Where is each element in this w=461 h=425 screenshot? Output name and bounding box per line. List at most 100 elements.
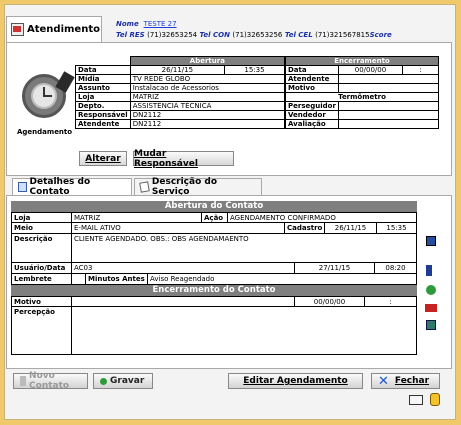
teal-status-icon[interactable] (426, 320, 436, 330)
novo-icon (20, 376, 27, 386)
acao-label: Ação (202, 213, 228, 222)
bookmark-icon[interactable] (426, 265, 432, 276)
tab-atendimento[interactable]: Atendimento (6, 16, 102, 42)
nome-label: Nome (116, 20, 139, 28)
gravar-icon (100, 377, 107, 385)
motivo-value[interactable] (72, 297, 295, 306)
abertura-table: Abertura Data 26/11/15 15:35 Mídia TV REDE … (75, 56, 286, 129)
hora-value: 15:35 (224, 65, 285, 75)
tab-descricao-label: Descrição do Serviço (151, 177, 218, 197)
fechar-button[interactable]: ✕ Fechar (371, 373, 440, 389)
meio-value: E-MAIL ATIVO (72, 223, 285, 233)
editar-agendamento-button[interactable]: Editar Agendamento (228, 373, 363, 389)
close-icon: ✕ (378, 373, 389, 389)
encerramento-contato-header: Encerramento do Contato (11, 285, 417, 296)
enc-atendente-label: Atendente (285, 74, 339, 84)
header-line-2: Tel RES (71)32653254 Tel CON (71)3265325… (116, 31, 392, 39)
clock-icon (22, 71, 75, 118)
novo-contato-label: Novo Contato (29, 371, 70, 391)
tel-res-label: Tel RES (116, 31, 145, 39)
vendedor-label: Vendedor (285, 110, 339, 120)
usuario-value: AC03 (72, 263, 295, 273)
tel-con-value: (71)32653256 (232, 31, 283, 39)
responsavel-label: Responsável (75, 110, 131, 120)
row-loja: Loja MATRIZ Ação AGENDAMENTO CONFIRMADO (11, 212, 417, 223)
tab-descricao-servico[interactable]: Descrição do Serviço (134, 177, 262, 197)
enc-motivo-label: Motivo (285, 83, 339, 93)
agendamento-label: Agendamento (17, 128, 73, 136)
avaliacao-label: Avaliação (285, 119, 339, 129)
tel-cel-value: (71)321567815 (315, 31, 370, 39)
abertura-header: Abertura (129, 56, 286, 66)
midia-value: TV REDE GLOBO (129, 74, 286, 84)
atendente-label: Atendente (75, 119, 131, 129)
row-descricao: Descrição CLIENTE AGENDADO. OBS.: OBS AG… (11, 234, 417, 263)
percepcao-value[interactable] (72, 307, 416, 354)
green-status-icon[interactable] (426, 285, 436, 295)
abertura-contato-header: Abertura do Contato (11, 201, 417, 212)
encerramento-table: Encerramento Data 00/00/00: Atendente Mot… (285, 56, 440, 129)
termometro-header: Termômetro (285, 92, 439, 102)
contato-loja-value: MATRIZ (72, 213, 202, 222)
loja-label: Loja (75, 92, 131, 102)
row-percepcao: Percepção (11, 307, 417, 355)
data-value: 26/11/15 (129, 65, 226, 75)
alert-icon[interactable] (430, 393, 440, 406)
notebook-icon[interactable] (409, 395, 423, 405)
depto-value: ASSISTÊNCIA TÉCNICA (129, 101, 286, 111)
tel-con-label: Tel CON (199, 31, 230, 39)
alterar-button[interactable]: Alterar (79, 151, 127, 166)
row-lembrete: Lembrete Minutos Antes Aviso Reagendado (11, 274, 417, 285)
tel-cel-label: Tel CEL (284, 31, 313, 39)
score-label: Score (369, 31, 392, 39)
motivo-time: : (389, 298, 392, 306)
row-motivo: Motivo 00/00/00 : (11, 296, 417, 307)
responsavel-value: DN2112 (129, 110, 286, 120)
cadastro-label: Cadastro (285, 223, 325, 233)
motivo-label: Motivo (12, 297, 72, 306)
acao-value: AGENDAMENTO CONFIRMADO (230, 214, 336, 222)
cadastro-date: 26/11/15 (325, 223, 377, 233)
mudar-responsavel-button[interactable]: Mudar Responsável (133, 149, 234, 169)
edit-description-icon[interactable] (426, 236, 436, 246)
perseguidor-label: Perseguidor (285, 101, 339, 111)
loja-value: MATRIZ (129, 92, 286, 102)
fechar-label: Fechar (394, 376, 430, 386)
assunto-value: Instalacao de Acessorios (129, 83, 286, 93)
lembrete-checkbox[interactable] (72, 274, 86, 284)
gravar-button[interactable]: Gravar (93, 373, 153, 389)
atendimento-icon (11, 23, 24, 36)
detalhes-icon (18, 182, 27, 192)
row-meio: Meio E-MAIL ATIVO Cadastro 26/11/15 15:3… (11, 223, 417, 234)
encerramento-header: Encerramento (285, 56, 439, 66)
usuario-date: 27/11/15 (295, 263, 375, 273)
minutos-value: Aviso Reagendado (150, 275, 215, 283)
red-status-icon[interactable] (425, 304, 437, 312)
descricao-icon (139, 181, 150, 193)
enc-data-label: Data (285, 65, 339, 75)
enc-hora-value: : (402, 65, 439, 75)
header-line-1: Nome TESTE 27 (116, 20, 177, 28)
tab-atendimento-label: Atendimento (27, 24, 100, 35)
usuario-label: Usuário/Data (12, 263, 72, 273)
nome-link[interactable]: TESTE 27 (144, 20, 177, 28)
contato-loja-label: Loja (12, 213, 72, 222)
motivo-date: 00/00/00 (295, 297, 365, 306)
novo-contato-button[interactable]: Novo Contato (13, 371, 88, 391)
tab-detalhes-contato[interactable]: Detalhes do Contato (12, 177, 132, 197)
assunto-label: Assunto (75, 83, 131, 93)
minutos-label: Minutos Antes (86, 274, 148, 284)
cadastro-time: 15:35 (386, 224, 407, 232)
gravar-label: Gravar (110, 376, 145, 386)
meio-label: Meio (12, 223, 72, 233)
data-label: Data (75, 65, 131, 75)
tab-detalhes-label: Detalhes do Contato (29, 177, 91, 197)
descricao-value: CLIENTE AGENDADO. OBS.: OBS AGENDAMAENTO (74, 235, 249, 243)
atendente-value: DN2112 (129, 119, 286, 129)
lembrete-label: Lembrete (12, 274, 72, 284)
enc-data-value: 00/00/00 (337, 65, 404, 75)
descricao-label: Descrição (12, 234, 72, 262)
tel-res-value: (71)32653254 (147, 31, 198, 39)
percepcao-label: Percepção (12, 307, 72, 354)
usuario-time: 08:20 (385, 264, 406, 272)
